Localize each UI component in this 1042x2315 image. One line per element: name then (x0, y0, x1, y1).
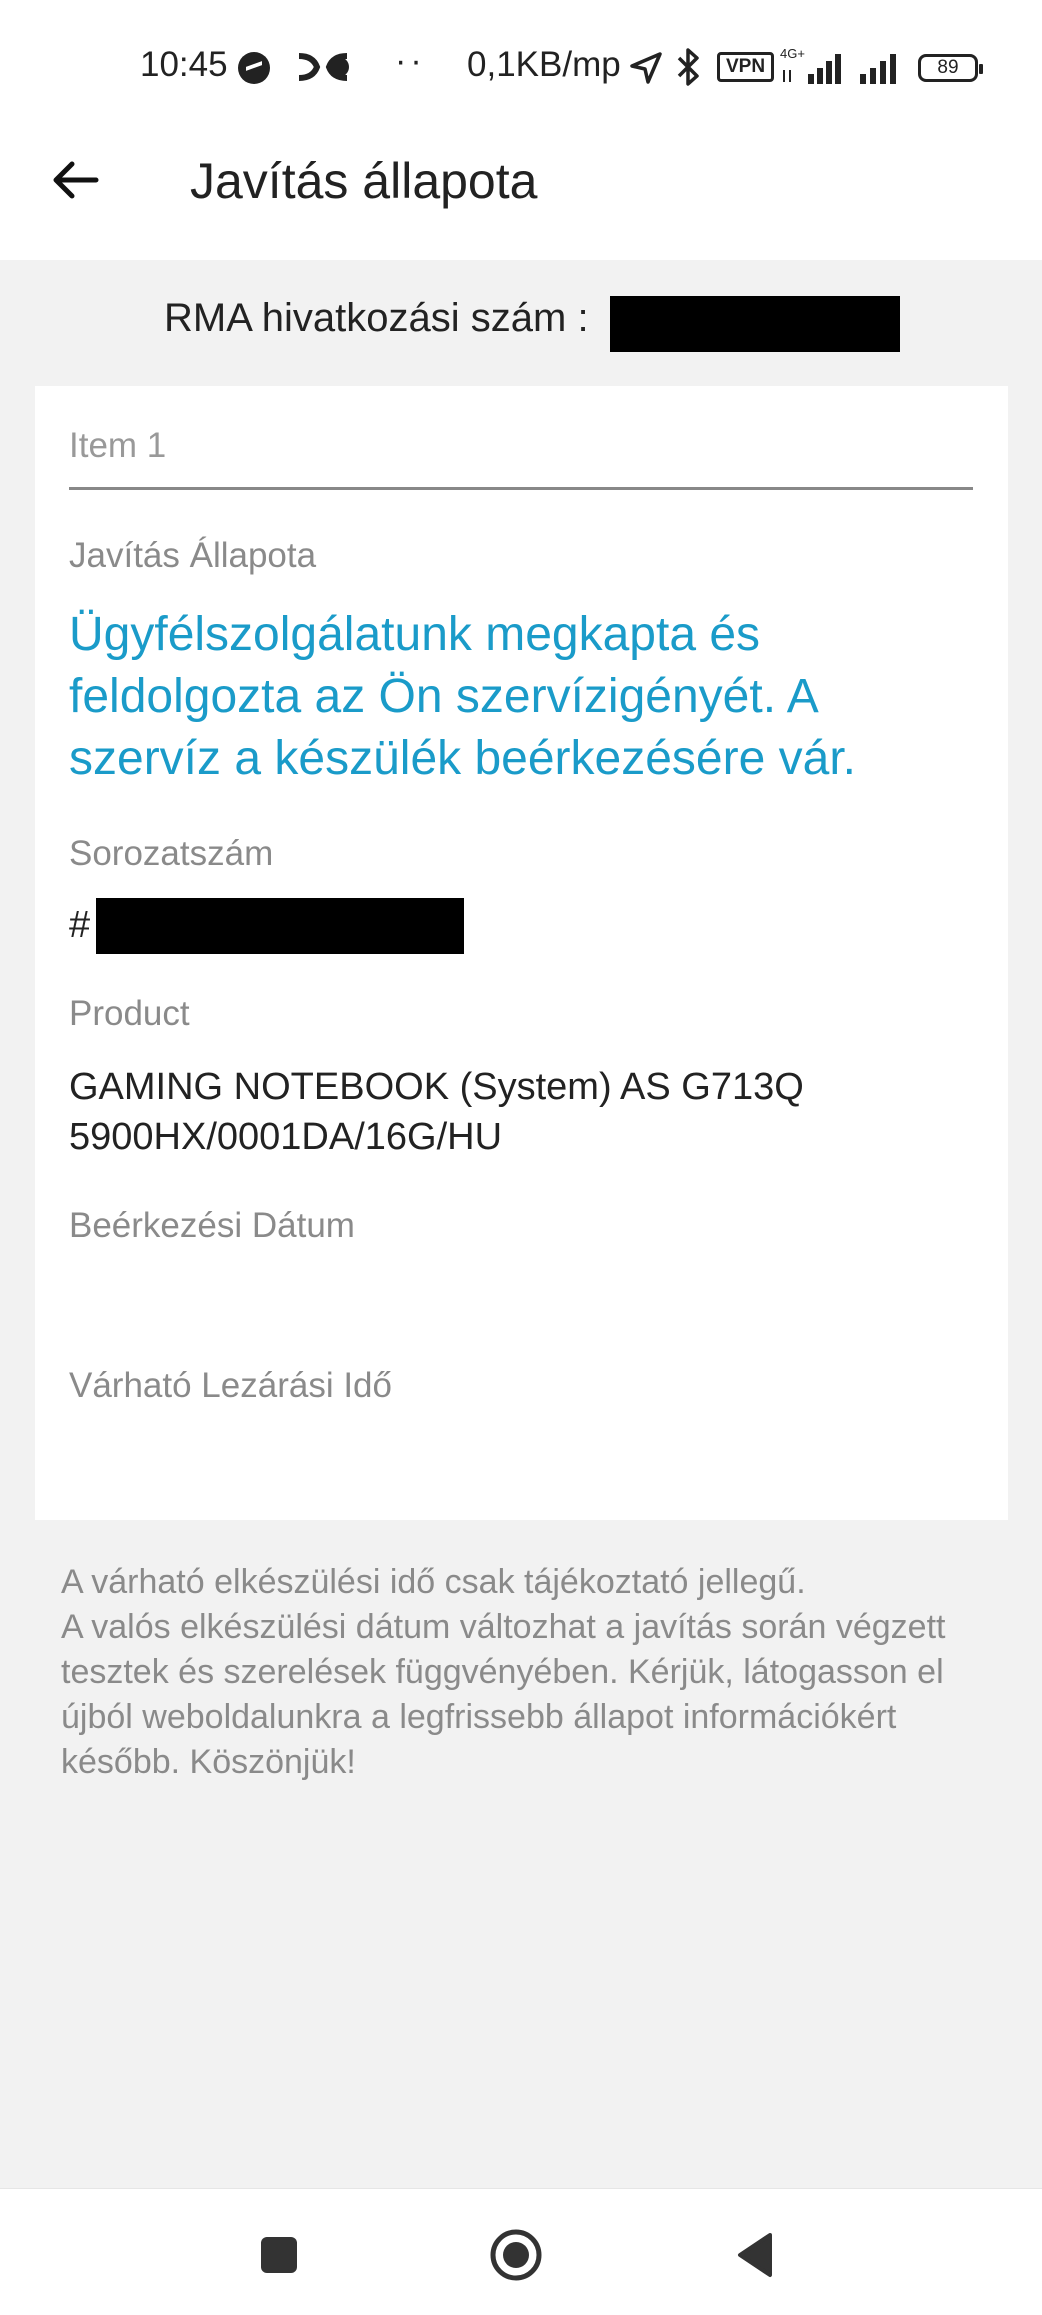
rma-label: RMA hivatkozási szám : (164, 296, 589, 340)
signal-4g-icon: 4G+ (780, 46, 841, 84)
arrival-date-label: Beérkezési Dátum (69, 1206, 355, 1245)
status-time: 10:45 (140, 45, 228, 84)
location-arrow-icon (630, 52, 662, 84)
svg-text:4G+: 4G+ (780, 46, 805, 61)
redacted-serial-number (96, 898, 464, 954)
system-nav-bar (0, 2188, 1042, 2315)
footnote: A várható elkészülési idő csak tájékozta… (61, 1560, 1001, 1785)
product-value-line1: GAMING NOTEBOOK (System) AS G713Q (69, 1066, 804, 1108)
status-dots: ·· (395, 42, 426, 80)
repair-status-label: Javítás Állapota (69, 536, 317, 575)
battery-icon: 89 (918, 54, 983, 82)
messenger-icon (238, 52, 270, 84)
home-circle-icon[interactable] (486, 2225, 546, 2285)
back-triangle-icon[interactable] (726, 2225, 786, 2285)
under-armour-icon (298, 53, 349, 81)
expected-close-label: Várható Lezárási Idő (69, 1366, 392, 1405)
item-title: Item 1 (69, 426, 167, 465)
bluetooth-icon (677, 48, 699, 86)
back-arrow-icon[interactable] (46, 150, 106, 210)
footnote-line1: A várható elkészülési idő csak tájékozta… (61, 1563, 806, 1601)
network-speed: 0,1KB/mp (467, 45, 621, 84)
footnote-line2: A valós elkészülési dátum változhat a ja… (61, 1608, 946, 1781)
repair-status-value: Ügyfélszolgálatunk megkapta és feldolgoz… (69, 608, 857, 785)
page-title: Javítás állapota (190, 153, 538, 209)
repair-card: Item 1 Javítás Állapota Ügyfélszolgálatu… (35, 386, 1008, 1520)
status-bar: 10:45 ·· 0,1KB/mp VPN 4G+ 89 (0, 0, 1042, 130)
divider (69, 487, 973, 490)
recents-square-icon[interactable] (249, 2225, 309, 2285)
signal-icon (860, 54, 896, 84)
app-bar: Javítás állapota (0, 130, 1042, 260)
redacted-rma-number (610, 296, 900, 352)
serial-label: Sorozatszám (69, 834, 274, 873)
serial-prefix: # (69, 904, 91, 946)
vpn-badge: VPN (717, 52, 775, 82)
product-label: Product (69, 994, 190, 1033)
product-value-line2: 5900HX/0001DA/16G/HU (69, 1116, 503, 1158)
product-value: GAMING NOTEBOOK (System) AS G713Q 5900HX… (69, 1062, 969, 1162)
